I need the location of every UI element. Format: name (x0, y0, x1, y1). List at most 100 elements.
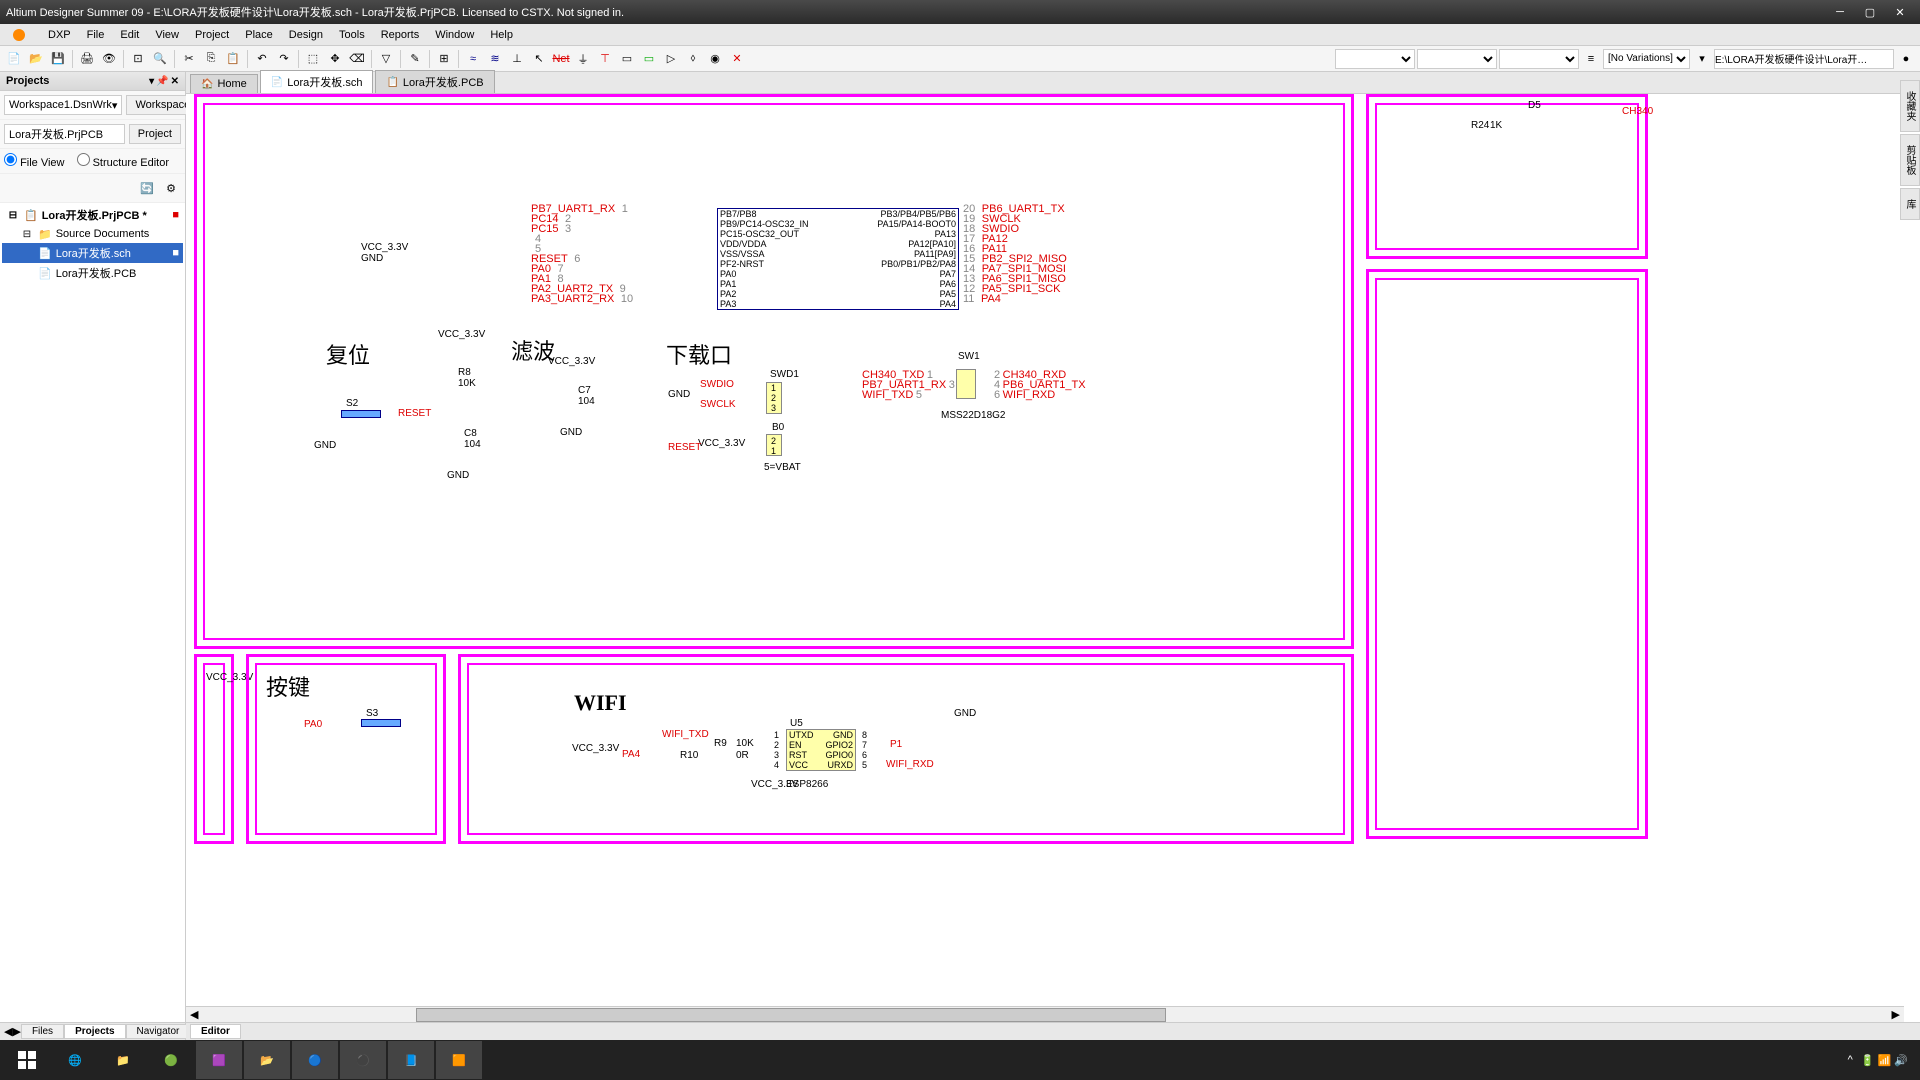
nav-left[interactable]: ◀ (4, 1025, 12, 1038)
nav-right[interactable]: ▶ (12, 1025, 20, 1038)
dropdown-icon[interactable]: ▾ (1692, 49, 1712, 69)
cut-button[interactable]: ✂ (179, 49, 199, 69)
dxp-menu[interactable] (4, 26, 34, 44)
menu-place[interactable]: Place (237, 27, 281, 43)
paste-button[interactable]: 📋 (223, 49, 243, 69)
btab-navigator[interactable]: Navigator (126, 1024, 191, 1039)
preview-button[interactable]: 👁 (99, 49, 119, 69)
device-button[interactable]: ◉ (705, 49, 725, 69)
tab-home[interactable]: 🏠 Home (190, 74, 258, 93)
close-button[interactable]: ✕ (1886, 3, 1914, 21)
project-combo[interactable]: Lora开发板.PrjPCB (4, 124, 125, 144)
minimize-button[interactable]: ─ (1826, 3, 1854, 21)
deselect-button[interactable]: ⌫ (347, 49, 367, 69)
zoom-in-button[interactable]: 🔍 (150, 49, 170, 69)
vcc-button[interactable]: ⊤ (595, 49, 615, 69)
menu-edit[interactable]: Edit (112, 27, 147, 43)
schematic-canvas[interactable]: PB7_UART1_RX 1PC14 2PC15 3 4 5RESET 6PA0… (186, 94, 1920, 1022)
menu-reports[interactable]: Reports (373, 27, 428, 43)
task-folder[interactable]: 📂 (244, 1041, 290, 1079)
radio-fileview[interactable]: File View (4, 153, 65, 169)
undo-button[interactable]: ↶ (252, 49, 272, 69)
save-button[interactable]: 💾 (48, 49, 68, 69)
go-button[interactable]: ● (1896, 49, 1916, 69)
print-button[interactable]: 🖨 (77, 49, 97, 69)
cross-probe-button[interactable]: ✎ (405, 49, 425, 69)
menu-project[interactable]: Project (187, 27, 237, 43)
menu-design[interactable]: Design (281, 27, 331, 43)
menu-window[interactable]: Window (427, 27, 482, 43)
wire-button[interactable]: ≈ (463, 49, 483, 69)
side-lib[interactable]: 库 (1900, 188, 1920, 220)
esp8266-component[interactable]: UTXDENRSTVCC GNDGPIO2GPIO0URXD (786, 729, 856, 771)
workspace-combo[interactable]: Workspace1.DsnWrk▾ (4, 95, 122, 115)
arrow-button[interactable]: ↖ (529, 49, 549, 69)
path-input[interactable] (1714, 49, 1894, 69)
harness-button[interactable]: ⬨ (683, 49, 703, 69)
tree-source-docs[interactable]: ⊟📁 Source Documents (2, 225, 183, 243)
system-tray[interactable]: ^ 🔋 📶 🔊 (1840, 1054, 1916, 1067)
menu-file[interactable]: File (79, 27, 113, 43)
tab-sch[interactable]: 📄 Lora开发板.sch (260, 70, 374, 93)
combo2[interactable] (1417, 49, 1497, 69)
mcu-component[interactable]: PB7_UART1_RX 1PC14 2PC15 3 4 5RESET 6PA0… (531, 204, 961, 314)
menu-dxp[interactable]: DXP (40, 27, 79, 43)
options-icon[interactable]: ⚙ (161, 178, 181, 198)
task-app1[interactable]: 🟪 (196, 1041, 242, 1079)
refresh-icon[interactable]: 🔄 (137, 178, 157, 198)
tree-sch-file[interactable]: 📄 Lora开发板.sch■ (2, 243, 183, 263)
open-button[interactable]: 📂 (26, 49, 46, 69)
zoom-fit-button[interactable]: ⊡ (128, 49, 148, 69)
btab-projects[interactable]: Projects (64, 1024, 125, 1039)
part-button[interactable]: ▭ (617, 49, 637, 69)
combo1[interactable] (1335, 49, 1415, 69)
tray-icons[interactable]: 🔋 📶 🔊 (1861, 1054, 1908, 1067)
annotate-button[interactable]: ⊞ (434, 49, 454, 69)
list-button[interactable]: ≡ (1581, 49, 1601, 69)
task-edge[interactable]: 🌐 (52, 1041, 98, 1079)
select-button[interactable]: ⬚ (303, 49, 323, 69)
side-clip[interactable]: 剪贴板 (1900, 134, 1920, 186)
menu-tools[interactable]: Tools (331, 27, 373, 43)
radio-structure[interactable]: Structure Editor (77, 153, 169, 169)
signal-button[interactable]: ⊥ (507, 49, 527, 69)
new-button[interactable]: 📄 (4, 49, 24, 69)
tab-pcb[interactable]: 📋 Lora开发板.PCB (375, 70, 494, 93)
task-altium[interactable]: ⚫ (340, 1041, 386, 1079)
sw-s3[interactable] (361, 719, 401, 727)
panel-close-icon[interactable]: ✕ (171, 76, 179, 87)
panel-dropdown-icon[interactable]: ▾ (149, 76, 154, 87)
sw1-component[interactable] (956, 369, 976, 399)
variations-combo[interactable]: [No Variations] (1603, 49, 1690, 69)
task-store[interactable]: 🟢 (148, 1041, 194, 1079)
redo-button[interactable]: ↷ (274, 49, 294, 69)
net-button[interactable]: Net (551, 49, 571, 69)
gnd-button[interactable]: ⏚ (573, 49, 593, 69)
menu-help[interactable]: Help (482, 27, 521, 43)
port-button[interactable]: ▷ (661, 49, 681, 69)
btab-files[interactable]: Files (21, 1024, 64, 1039)
filter-button[interactable]: ▽ (376, 49, 396, 69)
project-button[interactable]: Project (129, 124, 181, 144)
tree-project[interactable]: ⊟📋 Lora开发板.PrjPCB *■ (2, 205, 183, 225)
editor-tab[interactable]: Editor (190, 1024, 241, 1039)
start-button[interactable] (4, 1041, 50, 1079)
task-app2[interactable]: 🔵 (292, 1041, 338, 1079)
task-app3[interactable]: 🟧 (436, 1041, 482, 1079)
noerc-button[interactable]: ✕ (727, 49, 747, 69)
task-word[interactable]: 📘 (388, 1041, 434, 1079)
project-tree[interactable]: ⊟📋 Lora开发板.PrjPCB *■ ⊟📁 Source Documents… (0, 203, 185, 1022)
horizontal-scrollbar[interactable]: ◀ ▶ (186, 1006, 1904, 1022)
tray-up-icon[interactable]: ^ (1848, 1054, 1853, 1066)
maximize-button[interactable]: ▢ (1856, 3, 1884, 21)
task-explorer[interactable]: 📁 (100, 1041, 146, 1079)
side-fav[interactable]: 收藏夹 (1900, 80, 1920, 132)
move-button[interactable]: ✥ (325, 49, 345, 69)
bus-button[interactable]: ≋ (485, 49, 505, 69)
copy-button[interactable]: ⎘ (201, 49, 221, 69)
panel-pin-icon[interactable]: 📌 (156, 76, 168, 87)
menu-view[interactable]: View (147, 27, 187, 43)
tree-pcb-file[interactable]: 📄 Lora开发板.PCB (2, 263, 183, 283)
sheet-button[interactable]: ▭ (639, 49, 659, 69)
sw-s2[interactable] (341, 410, 381, 418)
